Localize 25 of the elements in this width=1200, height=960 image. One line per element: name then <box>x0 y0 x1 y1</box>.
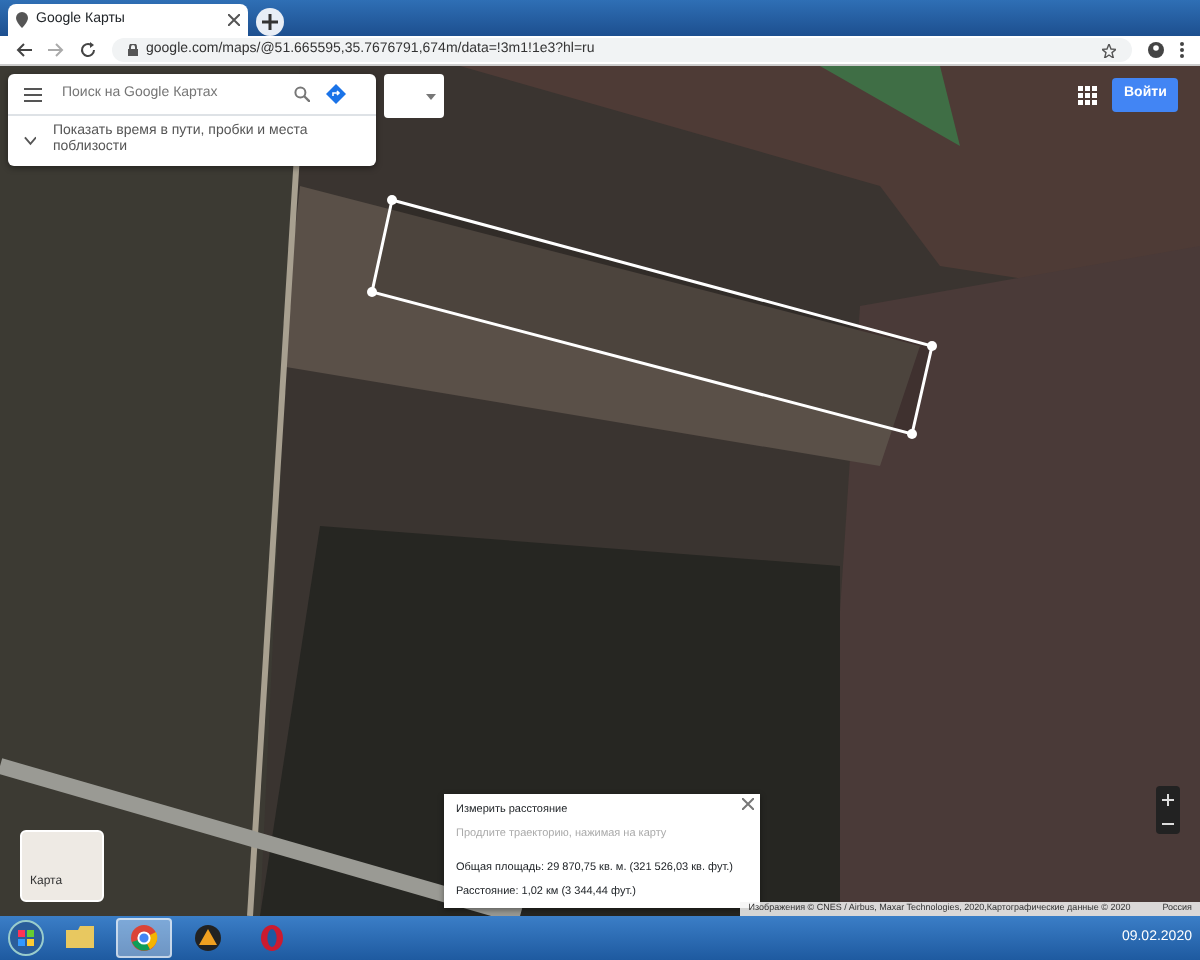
new-tab-button[interactable] <box>256 8 284 36</box>
measurement-polygon[interactable] <box>367 195 937 439</box>
back-icon[interactable] <box>16 42 32 58</box>
search-icon[interactable] <box>294 86 310 102</box>
lock-icon <box>128 44 138 56</box>
close-icon[interactable] <box>228 14 240 26</box>
menu-icon[interactable] <box>24 87 42 101</box>
triangle-logo-icon <box>194 924 222 952</box>
minus-icon <box>1162 817 1174 830</box>
satellite-map-image[interactable] <box>0 66 1200 916</box>
folder-icon <box>66 924 94 952</box>
taskbar-button[interactable] <box>116 918 172 958</box>
star-icon[interactable] <box>1102 43 1116 57</box>
browser-logo-icon <box>130 924 158 952</box>
apps-grid-icon[interactable] <box>1078 86 1098 106</box>
start-button-icon[interactable] <box>8 920 44 956</box>
account-icon[interactable] <box>1148 42 1164 58</box>
reload-icon[interactable] <box>80 42 96 58</box>
directions-icon[interactable] <box>326 84 346 104</box>
chevron-down-icon[interactable] <box>24 135 37 146</box>
caret-icon <box>426 93 436 99</box>
map-pin-icon <box>16 12 28 28</box>
close-icon[interactable] <box>742 798 754 810</box>
opera-logo-icon <box>258 924 286 952</box>
plus-icon <box>1162 793 1174 806</box>
